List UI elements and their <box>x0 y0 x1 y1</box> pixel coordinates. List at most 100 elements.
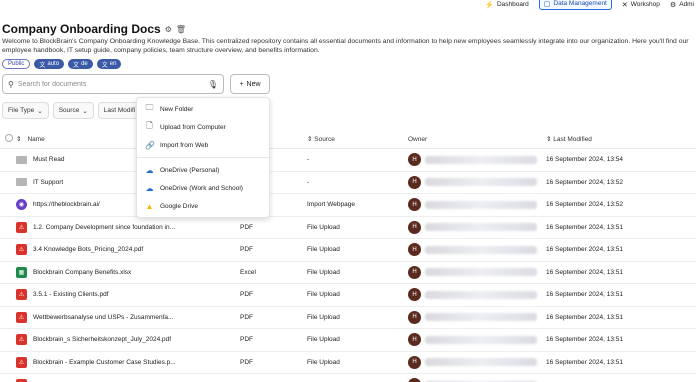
cell-name[interactable]: ▦ Blockbrain Company Benefits.xlsx <box>16 266 240 278</box>
menu-google-drive[interactable]: ▲ Google Drive <box>137 197 269 215</box>
language-tag-auto[interactable]: 文 auto <box>34 59 65 69</box>
table-row[interactable]: ⚠ Blockbrain_s Sicherheitskonzept_July_20… <box>0 329 696 352</box>
redacted-owner-name <box>425 200 537 209</box>
avatar: H <box>408 198 421 212</box>
onedrive-icon: ☁ <box>145 183 154 193</box>
redacted-owner-name <box>425 155 537 164</box>
file-name: 1.2. Company Development since foundatio… <box>33 223 176 231</box>
redacted-owner-name <box>425 178 537 187</box>
excel-file-icon: ▦ <box>16 266 27 278</box>
cell-name[interactable]: ⚠ 3.5.1 - Existing Clients.pdf <box>16 289 240 301</box>
cell-last-modified: 16 September 2024, 13:54 <box>546 156 623 164</box>
avatar: H <box>408 175 421 189</box>
redacted-owner-name <box>425 268 537 277</box>
menu-upload-from-computer[interactable]: 🗋 Upload from Computer <box>137 118 269 136</box>
file-name: 3.5.1 - Existing Clients.pdf <box>33 291 109 299</box>
cell-name[interactable]: ⚠ Blockbrain_s Sicherheitskonzept_July_20… <box>16 334 240 346</box>
avatar: H <box>408 153 421 167</box>
file-type-filter[interactable]: File Type ⌄ <box>2 102 49 119</box>
table-row[interactable]: ⚠ Blockbrain - Example Customer Case Stud… <box>0 352 696 374</box>
source-filter[interactable]: Source ⌄ <box>52 102 94 119</box>
redacted-owner-name <box>425 290 537 299</box>
cell-owner: H <box>408 220 546 234</box>
cell-last-modified: 16 September 2024, 13:51 <box>546 268 623 276</box>
header-source[interactable]: ⇕ Source <box>307 135 408 143</box>
nav-data-management[interactable]: ▢ Data Management <box>538 0 612 10</box>
redacted-owner-name <box>425 335 537 344</box>
table-row[interactable]: Must Read - H 16 September 2024, 13:54 <box>0 149 696 172</box>
header-label: Last Modified <box>553 136 592 143</box>
table-row[interactable]: ⚠ <box>0 374 696 382</box>
last-modified-filter[interactable]: Last Modifi <box>97 102 142 119</box>
table-row[interactable]: IT Support - H 16 September 2024, 13:52 <box>0 172 696 194</box>
cell-owner: H <box>408 198 546 212</box>
table-row[interactable]: ⚠ 1.2. Company Development since foundati… <box>0 217 696 239</box>
header-last-modified[interactable]: ⇕ Last Modified <box>546 135 696 143</box>
select-all-cell <box>0 134 16 144</box>
nav-label: Dashboard <box>496 1 529 8</box>
new-folder-icon: 🗀 <box>145 103 154 112</box>
translate-icon: 文 <box>39 62 46 69</box>
cell-type: PDF <box>240 246 253 254</box>
folder-icon <box>16 155 27 164</box>
microphone-icon[interactable]: 🎙 <box>208 80 218 89</box>
cell-owner <box>408 378 546 382</box>
cell-last-modified: 16 September 2024, 13:51 <box>546 291 623 299</box>
cell-name[interactable]: ⚠ Wettbewerbsanalyse und USPs - Zusammenf… <box>16 311 240 323</box>
new-button[interactable]: + New <box>230 74 270 94</box>
file-name: Blockbrain - Example Customer Case Studi… <box>33 358 176 366</box>
cell-type: PDF <box>240 291 253 299</box>
cell-name[interactable]: ⚠ 3.4 Knowledge Bots_Pricing_2024.pdf <box>16 244 240 256</box>
page-description: Welcome to BlockBrain's Company Onboardi… <box>2 38 689 54</box>
avatar: H <box>408 288 421 302</box>
cell-type: PDF <box>240 313 253 321</box>
menu-import-from-web[interactable]: 🔗 Import from Web <box>137 136 269 154</box>
nav-dashboard[interactable]: ⚡ Dashboard <box>485 1 529 9</box>
table-row[interactable]: ⚠ 3.4 Knowledge Bots_Pricing_2024.pdf PDF F… <box>0 239 696 262</box>
menu-new-folder[interactable]: 🗀 New Folder <box>137 100 269 118</box>
file-name: Blockbrain_s Sicherheitskonzept_July_202… <box>33 336 172 344</box>
file-name: 3.4 Knowledge Bots_Pricing_2024.pdf <box>33 246 144 254</box>
bolt-icon: ⚡ <box>485 1 494 9</box>
file-name: Wettbewerbsanalyse und USPs - Zusammenfa… <box>33 313 174 321</box>
search-input[interactable] <box>17 80 204 88</box>
table-row[interactable]: ⚠ Wettbewerbsanalyse und USPs - Zusammenf… <box>0 307 696 329</box>
pdf-file-icon: ⚠ <box>16 334 27 346</box>
menu-onedrive-work[interactable]: ☁ OneDrive (Work and School) <box>137 179 269 197</box>
cell-source: - <box>307 178 310 186</box>
cell-source: File Upload <box>307 268 340 276</box>
language-tag-label: en <box>109 61 117 67</box>
select-all-checkbox[interactable] <box>5 134 13 142</box>
chevron-down-icon: ⌄ <box>82 107 88 115</box>
cell-last-modified: 16 September 2024, 13:51 <box>546 358 623 366</box>
cell-owner: H <box>408 355 546 369</box>
cell-source: File Upload <box>307 291 340 299</box>
filter-bar: File Type ⌄ Source ⌄ Last Modifi <box>2 102 142 119</box>
menu-onedrive-personal[interactable]: ☁ OneDrive (Personal) <box>137 161 269 179</box>
menu-item-label: Upload from Computer <box>160 123 226 131</box>
cell-type: PDF <box>240 358 253 366</box>
sort-icon: ⇕ <box>546 136 552 143</box>
file-name: IT Support <box>33 178 64 186</box>
upload-file-icon: 🗋 <box>146 121 153 130</box>
cell-type: Excel <box>240 268 256 276</box>
settings-icon[interactable]: ⚙ <box>165 25 172 34</box>
language-tag-en[interactable]: 文 en <box>96 59 122 69</box>
cell-owner: H <box>408 175 546 189</box>
nav-admin[interactable]: ⚙ Admi <box>670 1 694 9</box>
menu-item-label: OneDrive (Personal) <box>160 166 220 174</box>
wrench-icon: ✕ <box>621 1 628 9</box>
cell-type: PDF <box>240 336 253 344</box>
cell-name[interactable]: ⚠ Blockbrain - Example Customer Case Stud… <box>16 356 240 368</box>
cell-type: PDF <box>240 223 253 231</box>
cell-name[interactable]: ⚠ 1.2. Company Development since foundati… <box>16 221 240 233</box>
avatar: H <box>408 355 421 369</box>
table-row[interactable]: ◉https://theblockbrain.ai/NoteImport Web… <box>0 194 696 217</box>
trash-icon[interactable]: 🗑 <box>176 25 186 34</box>
menu-divider <box>137 157 269 158</box>
table-row[interactable]: ▦ Blockbrain Company Benefits.xlsx Excel Fi… <box>0 262 696 284</box>
language-tag-de[interactable]: 文 de <box>68 59 93 69</box>
public-tag[interactable]: Public <box>2 59 31 69</box>
table-row[interactable]: ⚠ 3.5.1 - Existing Clients.pdf PDF File Upl… <box>0 284 696 307</box>
nav-workshop[interactable]: ✕ Workshop <box>622 1 660 9</box>
